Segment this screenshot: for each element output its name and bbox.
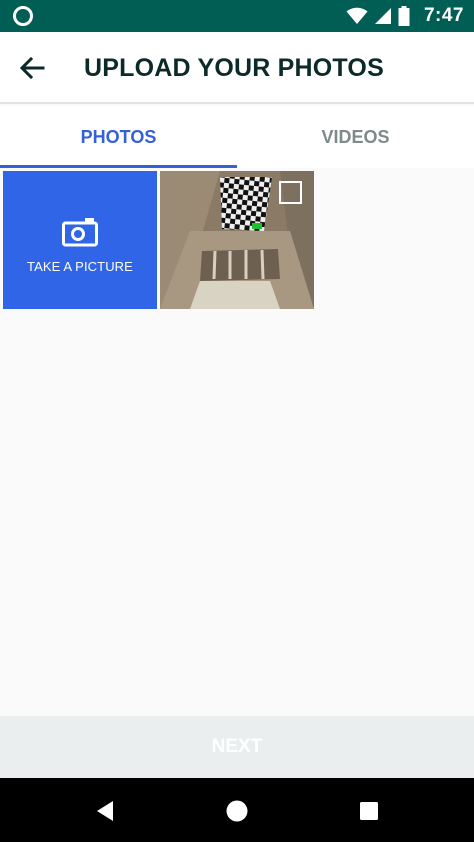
next-label: NEXT <box>211 736 263 757</box>
back-arrow-icon <box>19 56 45 80</box>
status-time: 7:47 <box>423 5 464 26</box>
recents-square-icon <box>360 802 378 820</box>
nav-home-button[interactable] <box>222 796 252 826</box>
status-icons: 7:47 <box>346 0 464 32</box>
photo-grid: TAKE A PICTURE <box>0 168 474 716</box>
tab-videos[interactable]: VIDEOS <box>237 106 474 168</box>
photo-thumbnail[interactable] <box>160 171 314 309</box>
nav-back-button[interactable] <box>90 796 120 826</box>
notification-ring-icon <box>13 6 33 26</box>
home-circle-icon <box>226 800 248 822</box>
next-button[interactable]: NEXT <box>0 716 474 778</box>
camera-icon <box>62 217 98 246</box>
app-bar: UPLOAD YOUR PHOTOS <box>0 32 474 104</box>
system-nav-bar <box>0 778 474 842</box>
nav-recents-button[interactable] <box>354 796 384 826</box>
status-bar: 7:47 <box>0 0 474 32</box>
back-triangle-icon <box>97 801 113 821</box>
cell-signal-icon <box>374 8 391 24</box>
battery-icon <box>398 6 410 26</box>
back-button[interactable] <box>10 46 54 90</box>
take-picture-button[interactable]: TAKE A PICTURE <box>3 171 157 309</box>
tab-photos[interactable]: PHOTOS <box>0 106 237 168</box>
page-title: UPLOAD YOUR PHOTOS <box>84 54 384 82</box>
wifi-icon <box>346 7 368 24</box>
photo-select-checkbox[interactable] <box>279 181 302 204</box>
tab-bar: PHOTOS VIDEOS <box>0 106 474 168</box>
take-picture-label: TAKE A PICTURE <box>27 258 133 274</box>
